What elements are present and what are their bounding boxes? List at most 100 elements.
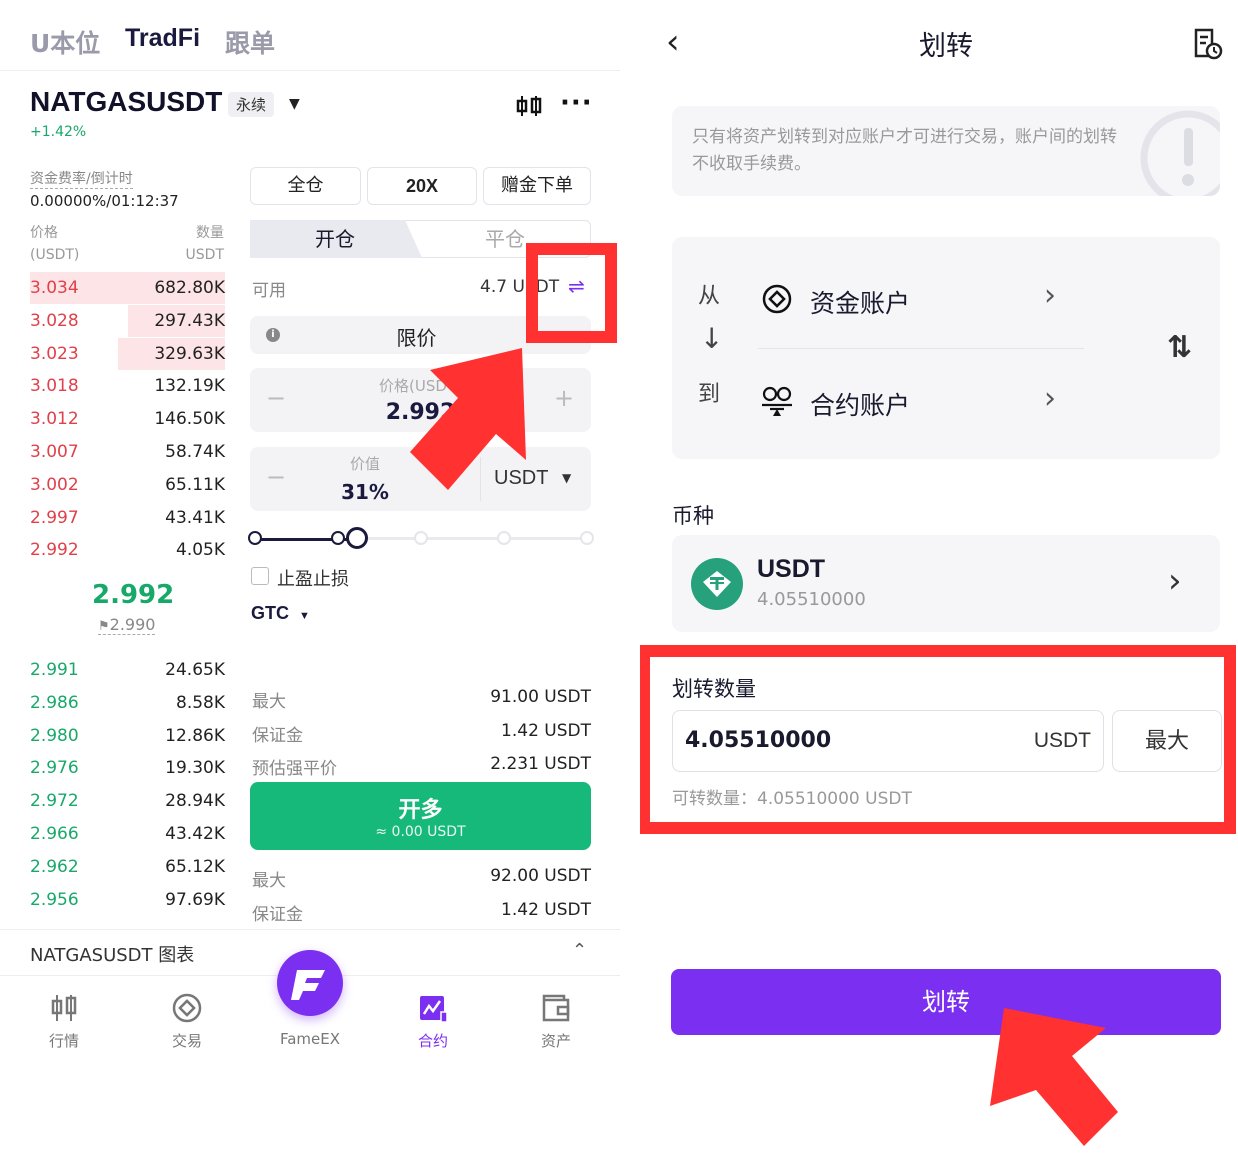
chevron-right-icon[interactable]: › <box>1044 278 1056 313</box>
orderbook-price: 2.976 <box>30 758 79 779</box>
available-label: 可用 <box>252 281 286 301</box>
contract-tag: 永续 <box>228 92 275 117</box>
candlestick-icon[interactable] <box>515 94 543 118</box>
slider-dot[interactable] <box>331 531 345 545</box>
coin-section-label: 币种 <box>672 504 714 528</box>
swap-accounts-icon[interactable]: ⇅ <box>1167 330 1192 365</box>
orderbook-qty: 97.69K <box>165 889 225 910</box>
orderbook-qty: 12.86K <box>165 725 225 746</box>
nav-assets-label: 资产 <box>540 1032 571 1050</box>
slider-dot[interactable] <box>414 531 428 545</box>
orderbook-price: 2.972 <box>30 791 79 812</box>
orderbook-row[interactable]: 2.997 43.41K <box>30 502 225 534</box>
nav-assets[interactable]: 资产 <box>516 992 596 1051</box>
notice-text: 只有将资产划转到对应账户才可进行交易，账户间的划转不收取手续费。 <box>692 127 1117 174</box>
ob-qty-header-label: 数量 <box>196 225 224 241</box>
orderbook-row[interactable]: 2.976 19.30K <box>30 752 225 784</box>
orderbook-price: 2.956 <box>30 889 79 910</box>
symbol-dropdown-icon[interactable]: ▼ <box>289 96 300 112</box>
mark-price[interactable]: ⚑2.990 <box>98 615 156 635</box>
orderbook-row[interactable]: 2.991 24.65K <box>30 654 225 686</box>
orderbook-price: 2.991 <box>30 660 79 680</box>
history-icon[interactable] <box>1192 28 1224 60</box>
orderbook-price: 3.007 <box>30 442 79 462</box>
orderbook-price: 3.012 <box>30 409 79 430</box>
page-title: 划转 <box>919 31 973 62</box>
bonus-order-button[interactable]: 赠金下单 <box>483 167 591 205</box>
orderbook-qty: 329.63K <box>154 343 225 364</box>
orderbook-row[interactable]: 2.986 8.58K <box>30 687 225 719</box>
funding-account-icon <box>762 284 792 314</box>
transfer-screen: ‹ 划转 只有将资产划转到对应账户才可进行交易，账户间的划转不收取手续费。 从 … <box>640 0 1238 1166</box>
fameex-logo-button[interactable] <box>277 950 343 1016</box>
orderbook-row[interactable]: 2.956 97.69K <box>30 884 225 916</box>
orderbook-qty: 43.41K <box>165 507 225 528</box>
ob-price-header-label: 价格 <box>30 225 58 241</box>
pointer-arrow-icon <box>410 348 526 490</box>
nav-market[interactable]: 行情 <box>24 992 104 1051</box>
tab-u-margin[interactable]: U本位 <box>30 24 100 60</box>
highlight-box <box>640 645 1236 834</box>
tpsl-checkbox[interactable] <box>251 567 269 585</box>
orderbook-row[interactable]: 3.012 146.50K <box>30 403 225 435</box>
tab-tradfi[interactable]: TradFi <box>125 24 200 53</box>
nav-fameex[interactable]: FameEX <box>270 1030 350 1048</box>
candlestick-icon <box>51 995 77 1021</box>
orderbook-row[interactable]: 2.992 4.05K <box>30 534 225 566</box>
tpsl-label: 止盈止损 <box>277 569 349 590</box>
open-long-button[interactable]: 开多 ≈ 0.00 USDT <box>250 782 591 850</box>
plus-icon[interactable]: + <box>554 384 574 412</box>
nav-futures[interactable]: 合约 <box>393 992 473 1051</box>
transfer-button[interactable]: 划转 <box>671 969 1221 1035</box>
orderbook-row[interactable]: 2.962 65.12K <box>30 851 225 883</box>
orderbook-row[interactable]: 3.018 132.19K <box>30 370 225 402</box>
pointer-arrow-icon <box>990 1008 1118 1146</box>
ob-price-header-unit: (USDT) <box>30 247 80 263</box>
to-account[interactable]: 合约账户 <box>810 386 910 422</box>
orderbook-row[interactable]: 2.966 43.42K <box>30 818 225 850</box>
mark-price-value: 2.990 <box>109 615 156 634</box>
arrow-down-icon: ↓ <box>700 322 724 355</box>
orderbook-row[interactable]: 3.028 297.43K <box>30 304 225 337</box>
orderbook-row[interactable]: 3.023 329.63K <box>30 337 225 370</box>
coin-name: USDT <box>757 555 826 583</box>
orderbook-row[interactable]: 2.980 12.86K <box>30 720 225 752</box>
divider <box>758 348 1084 349</box>
symbol-name[interactable]: NATGASUSDT <box>30 86 222 118</box>
orderbook-qty: 65.11K <box>165 474 225 495</box>
orderbook-price: 2.992 <box>30 540 79 561</box>
slider-dot[interactable] <box>248 531 262 545</box>
tif-select[interactable]: GTC ▼ <box>251 603 310 624</box>
nav-market-label: 行情 <box>48 1032 79 1050</box>
usdt-coin-icon <box>691 558 743 610</box>
flag-icon: ⚑ <box>98 619 110 634</box>
coin-balance: 4.05510000 <box>757 589 866 610</box>
orderbook-row[interactable]: 3.034 682.80K <box>30 272 225 304</box>
orderbook-row[interactable]: 2.972 28.94K <box>30 785 225 817</box>
chevron-right-icon[interactable]: › <box>1044 381 1056 416</box>
orderbook-row[interactable]: 3.007 58.74K <box>30 436 225 468</box>
chevron-up-icon[interactable]: ⌃ <box>572 940 587 961</box>
orderbook-qty: 146.50K <box>154 409 225 430</box>
more-icon[interactable]: ··· <box>560 88 593 118</box>
orderbook-qty: 24.65K <box>165 660 225 680</box>
tab-open-position[interactable]: 开仓 <box>250 220 420 258</box>
from-account[interactable]: 资金账户 <box>810 284 910 320</box>
minus-icon[interactable]: − <box>266 463 286 491</box>
orderbook-price: 3.023 <box>30 343 79 364</box>
margin-mode-button[interactable]: 全仓 <box>250 167 361 205</box>
leverage-button[interactable]: 20X <box>367 167 477 205</box>
tab-copy-trade[interactable]: 跟单 <box>225 24 275 60</box>
nav-trade[interactable]: 交易 <box>147 992 227 1051</box>
coin-select[interactable]: USDT 4.05510000 › <box>672 535 1220 632</box>
funding-label[interactable]: 资金费率/倒计时 <box>30 168 133 189</box>
futures-icon <box>420 996 448 1023</box>
warning-icon <box>1140 110 1220 196</box>
slider-handle[interactable] <box>346 527 368 549</box>
slider-dot[interactable] <box>580 531 594 545</box>
chart-toggle-label[interactable]: NATGASUSDT 图表 <box>30 941 194 967</box>
orderbook-row[interactable]: 3.002 65.11K <box>30 469 225 501</box>
slider-dot[interactable] <box>497 531 511 545</box>
chevron-down-icon[interactable]: ▼ <box>562 471 571 485</box>
orderbook-price: 3.002 <box>30 474 79 495</box>
